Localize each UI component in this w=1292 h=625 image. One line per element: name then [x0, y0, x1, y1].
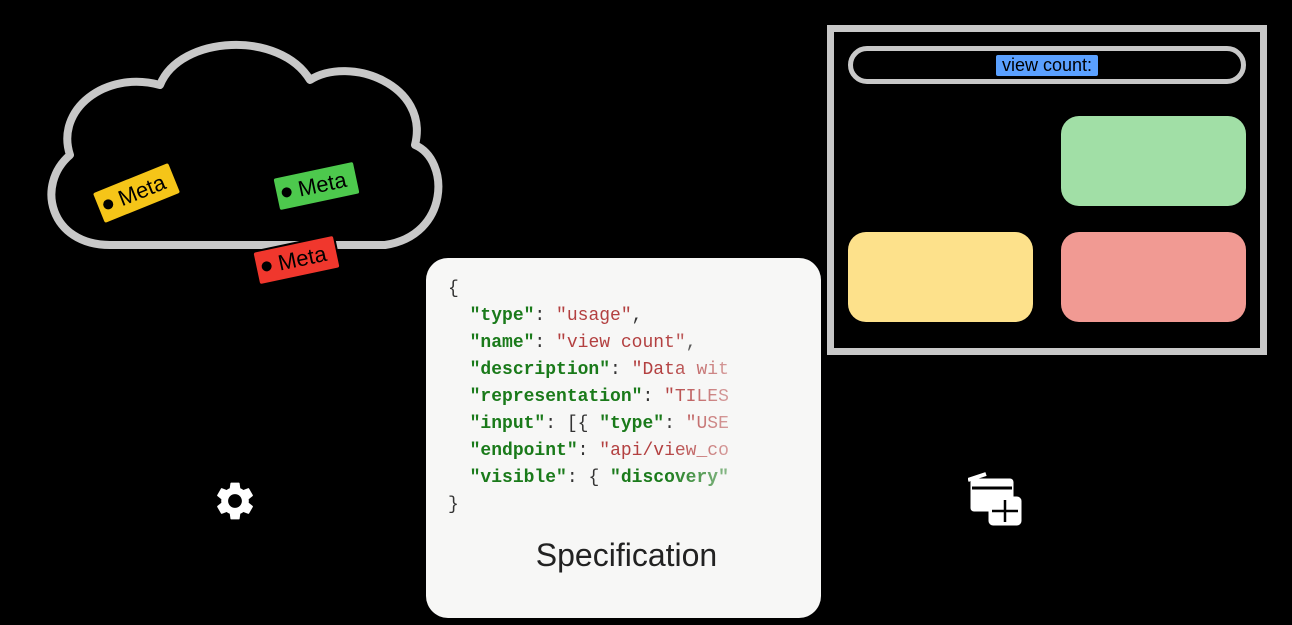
specification-card: { "type": "usage", "name": "view count",…	[426, 258, 821, 618]
tiles-area	[848, 94, 1246, 334]
tag-label: Meta	[296, 167, 349, 203]
search-highlight: view count:	[996, 55, 1098, 76]
tile-green	[1061, 116, 1246, 206]
browser-search-bar[interactable]: view count:	[848, 46, 1246, 84]
cloud-panel: Meta Meta Meta	[20, 15, 450, 315]
tile-yellow	[848, 232, 1033, 322]
specification-title: Specification	[448, 537, 805, 574]
cloud-icon	[20, 15, 450, 315]
gear-icon	[212, 478, 258, 529]
tile-red	[1061, 232, 1246, 322]
specification-code: { "type": "usage", "name": "view count",…	[448, 276, 805, 519]
browser-mockup: view count:	[827, 25, 1267, 355]
browser-tiles-icon	[968, 472, 1024, 533]
tag-label: Meta	[276, 241, 329, 277]
